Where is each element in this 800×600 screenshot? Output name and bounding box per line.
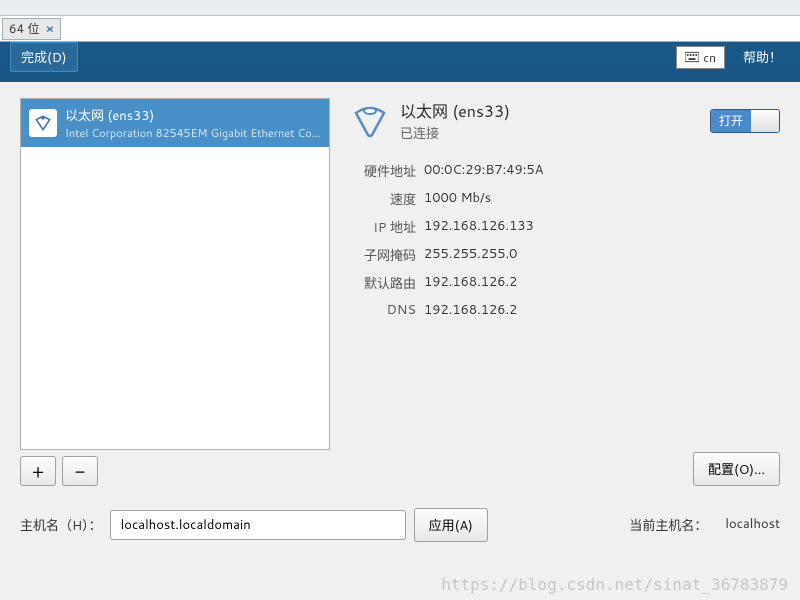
prop-val-speed: 1000 Mb/s: [424, 189, 491, 209]
connection-list[interactable]: 以太网 (ens33) Intel Corporation 82545EM Gi…: [20, 98, 330, 450]
current-hostname-label: 当前主机名：: [629, 515, 707, 535]
connection-title: 以太网 (ens33): [65, 105, 321, 125]
connection-subtitle: Intel Corporation 82545EM Gigabit Ethern…: [65, 125, 321, 141]
ime-label: cn: [703, 49, 716, 66]
hostname-input[interactable]: [110, 510, 406, 540]
close-icon[interactable]: ×: [46, 20, 55, 37]
detail-status: 已连接: [400, 123, 702, 143]
vm-tab[interactable]: 64 位 ×: [2, 18, 61, 40]
prop-key-dns: DNS: [348, 301, 416, 319]
toggle-label: 打开: [711, 110, 751, 132]
prop-val-dns: 192.168.126.2: [424, 301, 517, 319]
ethernet-icon: [29, 109, 57, 137]
connection-properties: 硬件地址 00:0C:29:B7:49:5A 速度 1000 Mb/s IP 地址 1…: [348, 161, 780, 327]
prop-val-mask: 255.255.255.0: [424, 245, 517, 265]
connection-item-ens33[interactable]: 以太网 (ens33) Intel Corporation 82545EM Gi…: [21, 99, 329, 147]
tab-row: 64 位 ×: [0, 16, 800, 42]
toggle-knob: [751, 110, 779, 132]
hostname-row: 主机名（H）： 应用(A) 当前主机名： localhost: [20, 508, 780, 542]
configure-button[interactable]: 配置(O)...: [693, 452, 780, 486]
help-button[interactable]: 帮助！: [735, 43, 790, 71]
apply-button[interactable]: 应用(A): [414, 508, 488, 542]
add-connection-button[interactable]: +: [20, 456, 56, 486]
watermark: https://blog.csdn.net/sinat_36783879: [441, 575, 788, 594]
done-button[interactable]: 完成(D): [10, 42, 78, 72]
window-titlebar: [0, 0, 800, 16]
prop-key-speed: 速度: [348, 189, 416, 209]
keyboard-icon: [685, 50, 699, 64]
remove-connection-button[interactable]: −: [62, 456, 98, 486]
detail-name: 以太网 (ens33): [400, 98, 702, 123]
prop-val-ip: 192.168.126.133: [424, 217, 534, 237]
header-bar: 完成(D) cn 帮助！: [0, 42, 800, 72]
prop-key-hwaddr: 硬件地址: [348, 161, 416, 181]
prop-key-gateway: 默认路由: [348, 273, 416, 293]
connection-toggle[interactable]: 打开: [710, 109, 780, 133]
prop-key-ip: IP 地址: [348, 217, 416, 237]
prop-val-hwaddr: 00:0C:29:B7:49:5A: [424, 161, 543, 181]
network-settings-panel: 以太网 (ens33) Intel Corporation 82545EM Gi…: [0, 82, 800, 600]
current-hostname-value: localhost: [725, 515, 780, 535]
prop-val-gateway: 192.168.126.2: [424, 273, 517, 293]
ethernet-icon: [348, 99, 392, 143]
prop-key-mask: 子网掩码: [348, 245, 416, 265]
hostname-label: 主机名（H）：: [20, 515, 102, 535]
tab-label: 64 位: [9, 20, 40, 37]
ime-indicator[interactable]: cn: [676, 46, 725, 69]
